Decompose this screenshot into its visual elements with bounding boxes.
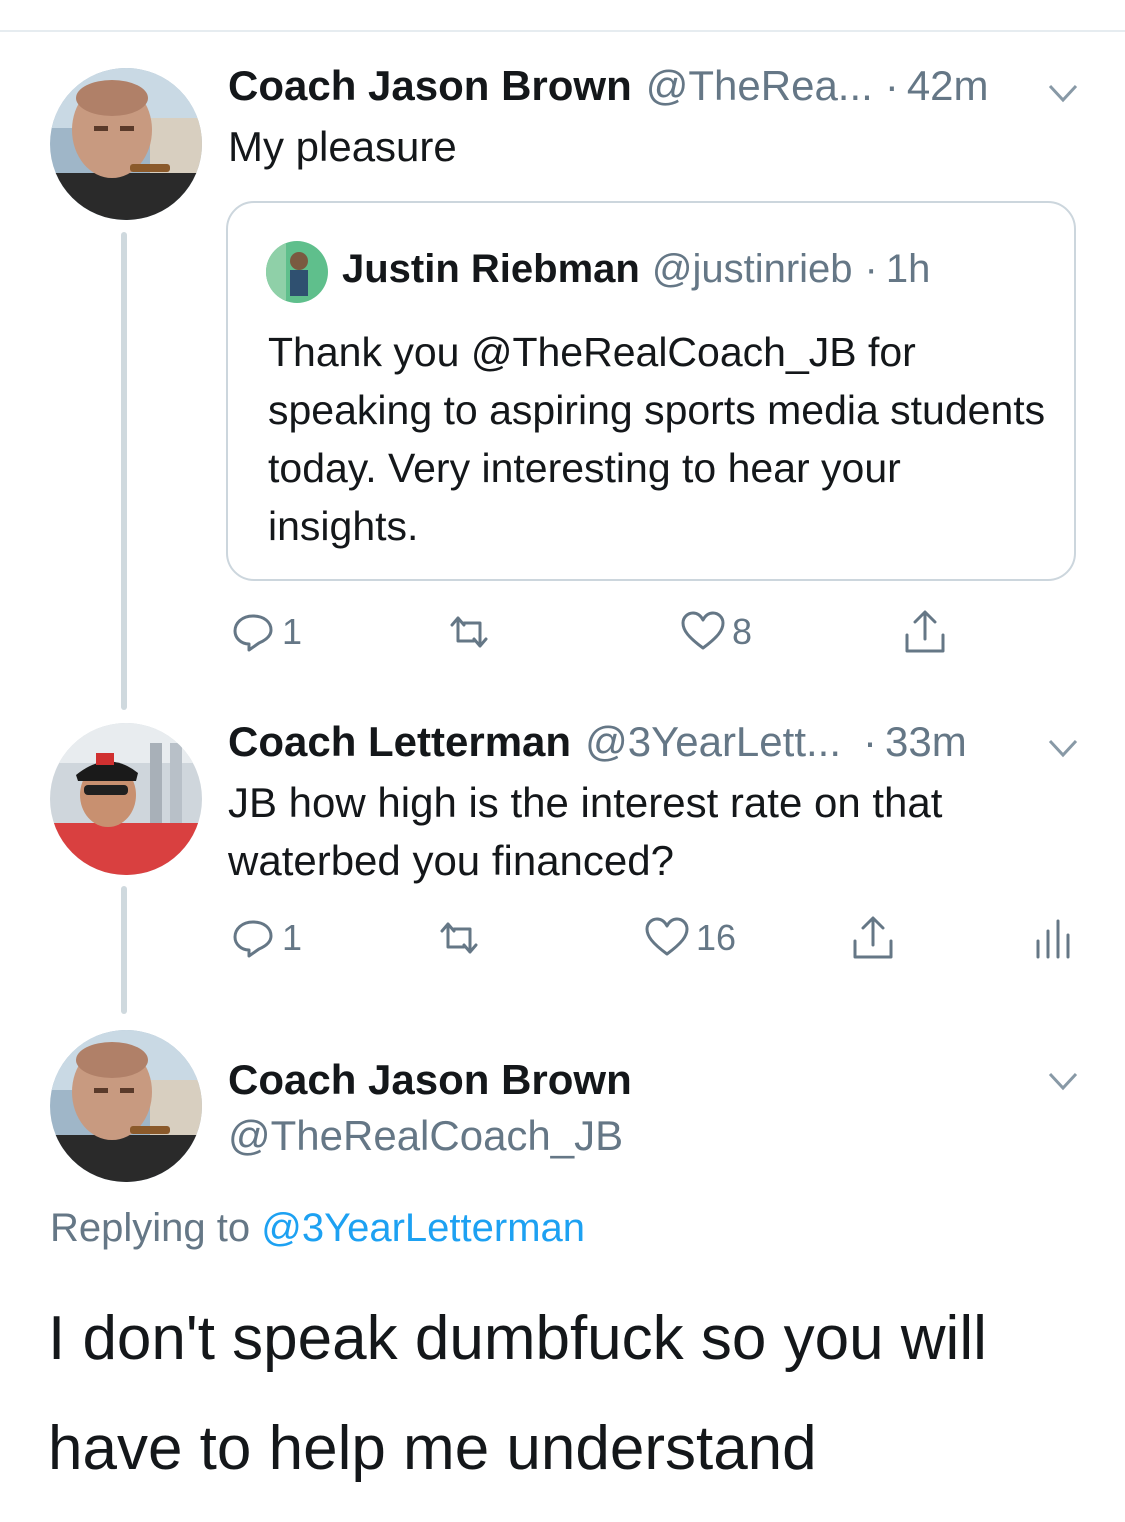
- reply-button[interactable]: 1: [228, 910, 302, 966]
- main-tweet-text: I don't speak dumbfuck so you will have …: [48, 1304, 987, 1483]
- replying-to-label: Replying to: [50, 1206, 251, 1250]
- thread-line: [121, 232, 127, 710]
- quoted-tweet-card[interactable]: Justin Riebman @justinrieb · 1h Thank yo…: [226, 201, 1076, 581]
- reply-button[interactable]: 1: [228, 604, 302, 660]
- separator-dot: ·: [864, 247, 878, 291]
- main-author-handle[interactable]: @TheRealCoach_JB: [228, 1112, 623, 1160]
- share-icon: [853, 916, 893, 959]
- avatar-justin-riebman: [266, 241, 328, 303]
- main-author-name[interactable]: Coach Jason Brown: [228, 1056, 632, 1104]
- analytics-icon: [1036, 919, 1070, 959]
- avatar-coach-jason-brown[interactable]: [50, 68, 202, 220]
- like-button[interactable]: 8: [678, 604, 752, 660]
- avatar-coach-jason-brown[interactable]: [50, 1030, 202, 1182]
- separator-dot: ·: [863, 718, 877, 765]
- like-count: 8: [732, 611, 753, 652]
- share-button[interactable]: [848, 910, 898, 966]
- tweet-header: Coach Jason Brown @TheRea... · 42m: [228, 62, 989, 112]
- tweet-header: Coach Letterman @3YearLett... · 33m: [228, 718, 967, 768]
- chevron-down-icon[interactable]: [1046, 731, 1080, 765]
- retweet-button[interactable]: [444, 604, 498, 660]
- replying-to-mention[interactable]: @3YearLetterman: [261, 1206, 585, 1250]
- quoted-author-name: Justin Riebman: [342, 247, 640, 291]
- reply-icon: [233, 614, 273, 652]
- reply-icon: [233, 920, 273, 958]
- thread-line: [121, 886, 127, 1014]
- quoted-author-handle: @justinrieb: [651, 247, 853, 291]
- replying-to-context: Replying to @3YearLetterman: [50, 1206, 585, 1251]
- author-name[interactable]: Coach Letterman: [228, 718, 571, 766]
- quoted-tweet-time: 1h: [885, 247, 931, 291]
- reply-count: 1: [282, 611, 303, 652]
- top-divider: [0, 30, 1125, 32]
- share-button[interactable]: [900, 604, 950, 660]
- chevron-down-icon[interactable]: [1046, 1064, 1080, 1098]
- tweet-time[interactable]: 42m: [907, 62, 989, 110]
- tweet-actions: 1 16: [228, 910, 1088, 966]
- tweet-actions: 1 8: [228, 604, 1088, 660]
- retweet-button[interactable]: [434, 910, 488, 966]
- retweet-icon: [450, 616, 488, 648]
- tweet-time[interactable]: 33m: [885, 718, 967, 766]
- quoted-tweet-header: Justin Riebman @justinrieb · 1h: [342, 247, 930, 292]
- tweet-text: My pleasure: [228, 123, 457, 170]
- heart-icon: [681, 611, 725, 650]
- chevron-down-icon[interactable]: [1046, 76, 1080, 110]
- tweet-text: JB how high is the interest rate on that…: [228, 779, 943, 884]
- avatar-image: [50, 1030, 202, 1182]
- author-handle: @TheRea...: [645, 62, 873, 109]
- retweet-icon: [440, 922, 478, 954]
- avatar-image: [50, 68, 202, 220]
- author-name[interactable]: Coach Jason Brown: [228, 62, 632, 110]
- like-count: 16: [696, 917, 737, 958]
- separator-dot: ·: [884, 62, 899, 109]
- heart-icon: [645, 917, 689, 956]
- author-handle: @3YearLett...: [585, 718, 841, 765]
- share-icon: [905, 610, 945, 653]
- like-button[interactable]: 16: [642, 910, 736, 966]
- avatar-coach-letterman[interactable]: [50, 723, 202, 875]
- avatar-image: [50, 723, 202, 875]
- reply-count: 1: [282, 917, 303, 958]
- quoted-tweet-text: Thank you @TheRealCoach_JB for speaking …: [268, 329, 1046, 549]
- analytics-button[interactable]: [1028, 910, 1078, 966]
